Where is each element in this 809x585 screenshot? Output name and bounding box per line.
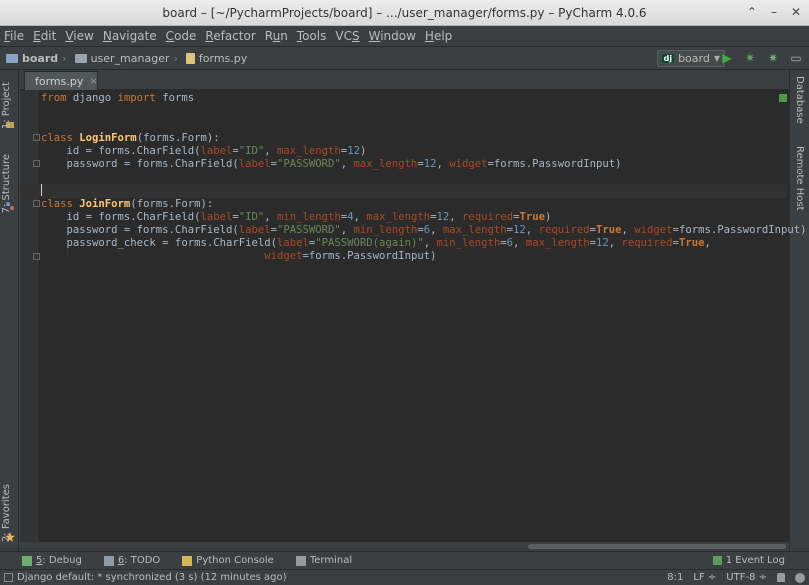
code-line[interactable] bbox=[20, 184, 787, 198]
menu-item-6[interactable]: Run bbox=[265, 29, 288, 43]
caret-position[interactable]: 8:1 bbox=[667, 572, 683, 583]
run-configuration-select[interactable]: dj board ▼ bbox=[656, 50, 725, 67]
breadcrumb-file-label: forms.py bbox=[198, 51, 248, 65]
menu-item-9[interactable]: Window bbox=[369, 29, 416, 43]
close-tab-icon[interactable]: × bbox=[89, 76, 97, 87]
hector-icon[interactable] bbox=[795, 572, 805, 583]
horizontal-scrollbar[interactable] bbox=[20, 542, 789, 551]
run-toolbar: ▶ ✷ ✷ ▭ bbox=[720, 50, 803, 66]
run-icon[interactable]: ▶ bbox=[720, 50, 734, 66]
tool-tab-structure[interactable]: 7: Structure bbox=[1, 154, 12, 213]
editor-gutter[interactable] bbox=[20, 90, 38, 542]
code-line[interactable]: password = forms.CharField(label="PASSWO… bbox=[41, 158, 807, 171]
breadcrumb-file[interactable]: forms.py bbox=[185, 51, 248, 65]
code-editor[interactable]: from django import forms class LoginForm… bbox=[20, 90, 807, 542]
tool-window-2[interactable]: Python Console bbox=[182, 555, 274, 566]
code-line[interactable]: id = forms.CharField(label="ID", max_len… bbox=[41, 145, 807, 158]
tool-window-1[interactable]: 6: TODO bbox=[103, 555, 160, 566]
code-line[interactable]: widget=forms.PasswordInput) bbox=[41, 250, 807, 263]
breadcrumb-project-label: board bbox=[22, 51, 59, 65]
fold-marker-icon[interactable] bbox=[33, 160, 40, 167]
window-controls: ⌃ – ✕ bbox=[747, 5, 801, 19]
menu-item-1[interactable]: Edit bbox=[33, 29, 56, 43]
code-line[interactable]: password_check = forms.CharField(label="… bbox=[41, 237, 807, 250]
tool-window-3[interactable]: Terminal bbox=[295, 555, 352, 566]
debug-icon[interactable]: ✷ bbox=[743, 50, 757, 66]
code-line[interactable] bbox=[41, 118, 807, 131]
title-bar: board – [~/PycharmProjects/board] – .../… bbox=[0, 0, 809, 26]
code-line[interactable]: from django import forms bbox=[41, 92, 807, 105]
code-line[interactable]: class JoinForm(forms.Form): bbox=[41, 198, 807, 211]
folder-icon bbox=[74, 53, 87, 63]
fold-marker-icon[interactable] bbox=[33, 134, 40, 141]
maximize-icon[interactable]: ⌃ bbox=[747, 5, 757, 19]
fold-marker-icon[interactable] bbox=[33, 253, 40, 260]
menu-item-5[interactable]: Refactor bbox=[205, 29, 255, 43]
tool-window-bar: 5: Debug 6: TODO Python Console Terminal 1 … bbox=[0, 551, 809, 569]
lock-icon[interactable] bbox=[777, 573, 785, 582]
scrollbar-thumb[interactable] bbox=[528, 544, 786, 549]
text-cursor bbox=[41, 184, 42, 197]
python-file-icon bbox=[185, 52, 195, 64]
fold-marker-icon[interactable] bbox=[33, 200, 40, 207]
menu-item-0[interactable]: File bbox=[4, 29, 24, 43]
menu-item-2[interactable]: View bbox=[65, 29, 93, 43]
menu-item-7[interactable]: Tools bbox=[297, 29, 327, 43]
close-icon[interactable]: ✕ bbox=[791, 5, 801, 19]
inspection-ok-icon[interactable] bbox=[779, 94, 787, 102]
tool-tab-project[interactable]: 1: Project bbox=[1, 82, 12, 129]
event-log-label: 1 Event Log bbox=[725, 555, 785, 566]
coverage-icon[interactable]: ✷ bbox=[766, 50, 780, 66]
tool-window-0[interactable]: 5: Debug bbox=[22, 555, 82, 566]
status-message: Django default: * synchronized (3 s) (12… bbox=[17, 572, 287, 583]
terminal-icon bbox=[295, 555, 306, 566]
editor-tab-bar: forms.py × bbox=[20, 70, 789, 90]
encoding-select[interactable]: UTF-8 ÷ bbox=[726, 572, 767, 583]
window-title: board – [~/PycharmProjects/board] – .../… bbox=[162, 6, 647, 20]
code-line[interactable] bbox=[41, 171, 807, 184]
line-separator-select[interactable]: LF ÷ bbox=[693, 572, 716, 583]
code-line[interactable]: class LoginForm(forms.Form): bbox=[41, 132, 807, 145]
editor-tab-label: forms.py bbox=[35, 74, 84, 88]
toggle-tool-windows-icon[interactable] bbox=[4, 573, 13, 582]
python-console-icon bbox=[182, 555, 193, 566]
breadcrumb-folder-label: user_manager bbox=[90, 51, 170, 65]
editor-tab-forms[interactable]: forms.py × bbox=[24, 71, 98, 90]
menu-item-8[interactable]: VCS bbox=[335, 29, 359, 43]
breadcrumb-project[interactable]: board › bbox=[6, 52, 71, 65]
left-tool-strip: 1: Project 7: Structure 2: Favorites bbox=[0, 70, 19, 551]
menu-item-10[interactable]: Help bbox=[425, 29, 452, 43]
minimize-icon[interactable]: – bbox=[771, 5, 777, 19]
tool-tab-favorites[interactable]: 2: Favorites bbox=[1, 484, 12, 542]
project-folder-icon bbox=[6, 53, 18, 63]
code-line[interactable]: password = forms.CharField(label="PASSWO… bbox=[41, 224, 807, 237]
code-line[interactable]: id = forms.CharField(label="ID", min_len… bbox=[41, 211, 807, 224]
run-configuration-label: board bbox=[678, 52, 710, 65]
django-icon: dj bbox=[661, 54, 675, 63]
menu-item-4[interactable]: Code bbox=[166, 29, 197, 43]
event-log-button[interactable]: 1 Event Log bbox=[712, 555, 785, 566]
status-bar: Django default: * synchronized (3 s) (12… bbox=[0, 569, 809, 585]
toggle-panel-icon[interactable]: ▭ bbox=[789, 50, 803, 66]
debug-icon bbox=[22, 555, 32, 566]
breadcrumb-folder[interactable]: user_manager › bbox=[74, 51, 182, 65]
event-log-icon bbox=[712, 556, 722, 565]
breadcrumb-separator-icon: › bbox=[173, 51, 178, 65]
code-area[interactable]: from django import forms class LoginForm… bbox=[20, 92, 807, 263]
breadcrumb-separator-icon: › bbox=[62, 51, 67, 65]
todo-icon bbox=[103, 555, 114, 566]
code-line[interactable] bbox=[41, 105, 807, 118]
menu-item-3[interactable]: Navigate bbox=[103, 29, 157, 43]
menu-bar: File Edit View Navigate Code Refactor Run Tools… bbox=[0, 26, 809, 46]
navigation-bar: board › user_manager › forms.py dj board… bbox=[0, 46, 809, 70]
